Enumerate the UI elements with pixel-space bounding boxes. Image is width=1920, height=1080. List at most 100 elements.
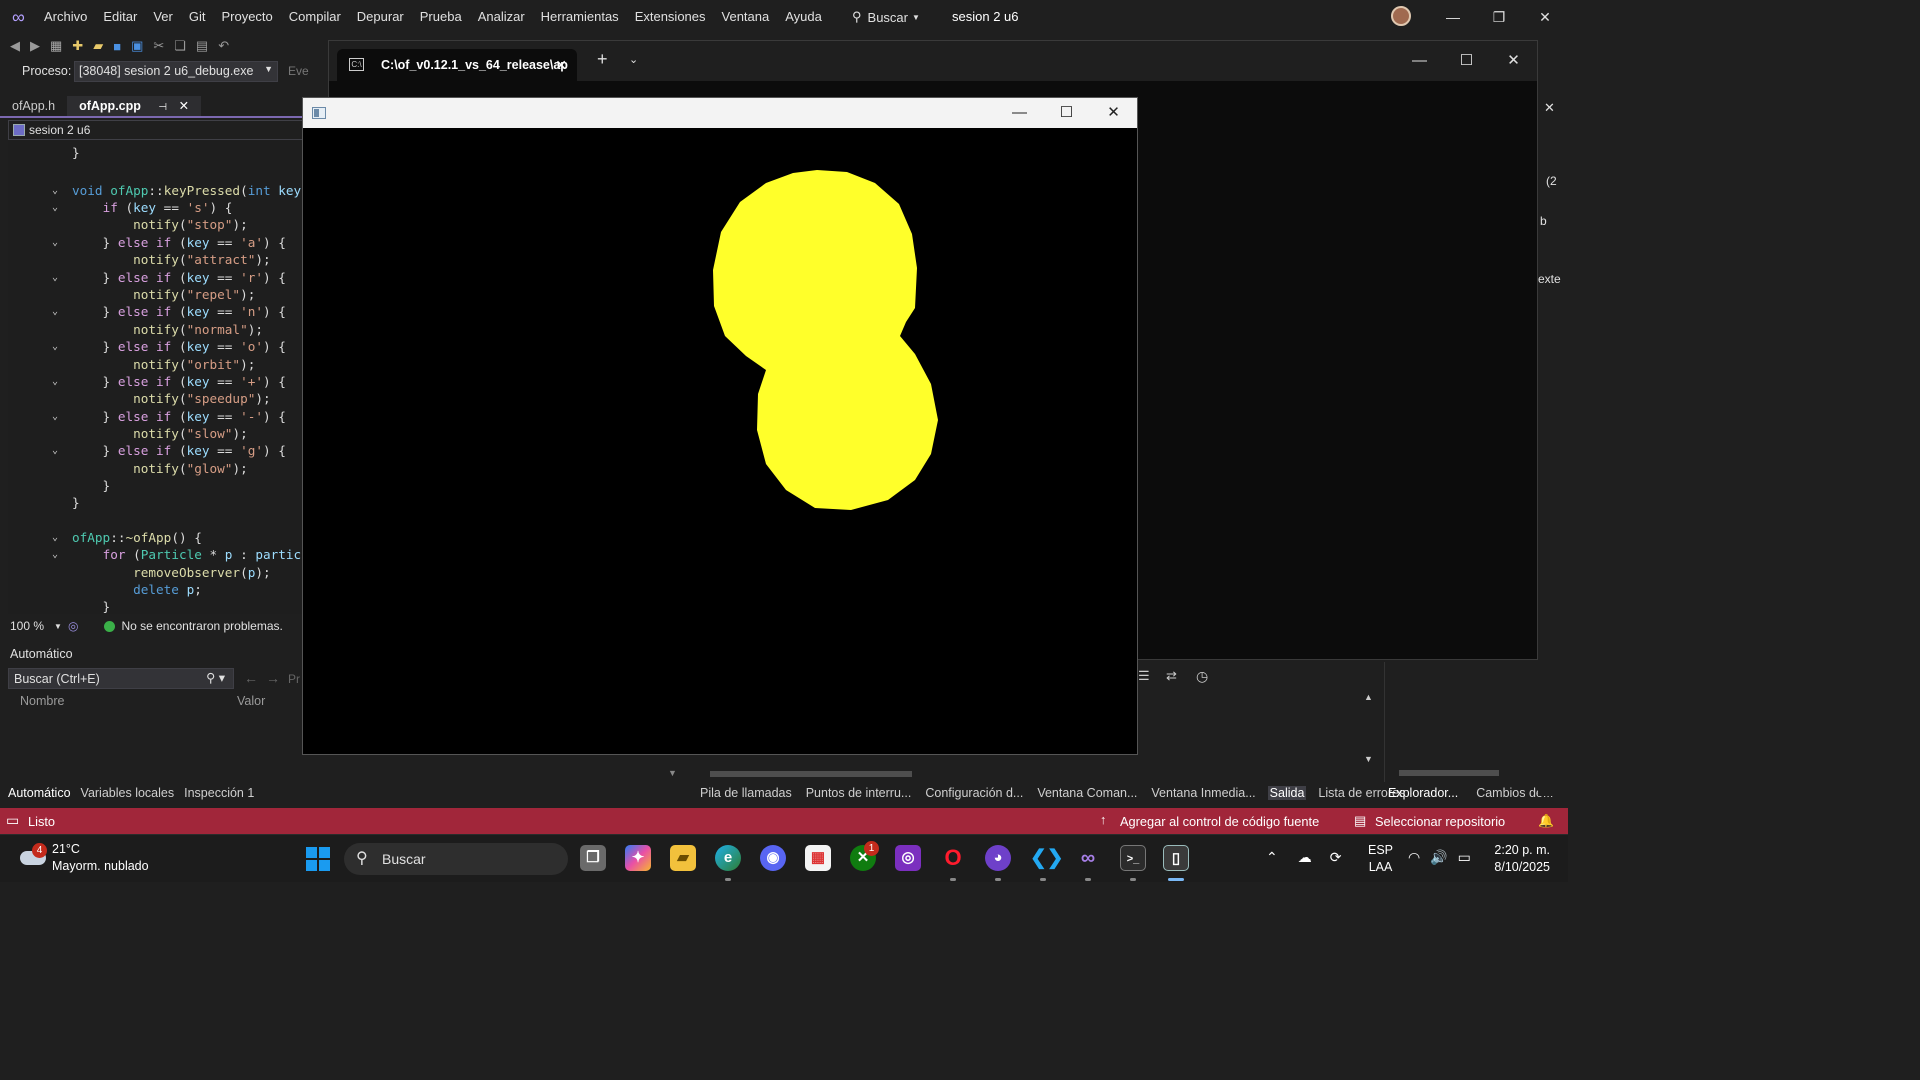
close-icon[interactable]: ✕ bbox=[1544, 100, 1555, 116]
back-arrow-icon[interactable]: ← bbox=[244, 670, 258, 686]
tab-automatico[interactable]: Automático bbox=[8, 786, 71, 800]
forward-arrow-icon[interactable]: → bbox=[266, 670, 280, 686]
cut-icon[interactable]: ✂ bbox=[153, 38, 164, 54]
minimize-icon[interactable]: — bbox=[1430, 0, 1476, 34]
back-icon[interactable]: ◀ bbox=[10, 38, 20, 54]
notification-icon[interactable]: 🔔 bbox=[1538, 813, 1554, 829]
quick-settings[interactable]: ◠ 🔊 ▭ bbox=[1408, 849, 1471, 866]
task-view-icon[interactable]: ❐ bbox=[580, 845, 606, 871]
discord-icon[interactable]: ◉ bbox=[760, 845, 786, 871]
edge-icon[interactable]: e bbox=[715, 845, 741, 871]
menu-ver[interactable]: Ver bbox=[145, 0, 181, 34]
new-tab-icon[interactable]: + bbox=[597, 49, 608, 70]
store-icon[interactable]: ▦ bbox=[805, 845, 831, 871]
menu-ventana[interactable]: Ventana bbox=[714, 0, 778, 34]
word-wrap-icon[interactable]: ☰ bbox=[1138, 668, 1150, 684]
autos-search-input[interactable]: Buscar (Ctrl+E) ⚲ ▾ bbox=[8, 668, 234, 689]
terminal-app-icon[interactable]: >_ bbox=[1120, 845, 1146, 871]
file-explorer-icon[interactable]: ▰ bbox=[670, 845, 696, 871]
sync-icon[interactable]: ⟳ bbox=[1330, 849, 1342, 866]
intellicode-icon[interactable]: ◎ bbox=[68, 619, 78, 633]
tab-ventana-inmediato[interactable]: Ventana Inmedia... bbox=[1149, 786, 1257, 800]
tab-explorador[interactable]: Explorador... bbox=[1388, 786, 1458, 800]
toggle-icon[interactable]: ⇄ bbox=[1166, 668, 1177, 684]
column-header-name[interactable]: Nombre bbox=[20, 694, 237, 708]
undo-icon[interactable]: ↶ bbox=[218, 38, 229, 54]
menu-herramientas[interactable]: Herramientas bbox=[533, 0, 627, 34]
add-source-control-button[interactable]: Agregar al control de código fuente bbox=[1120, 814, 1319, 829]
menu-git[interactable]: Git bbox=[181, 0, 214, 34]
proton-icon[interactable]: ◎ bbox=[895, 845, 921, 871]
navigation-dropdown[interactable]: sesion 2 u6 bbox=[8, 120, 340, 140]
tab-ofapp-h[interactable]: ofApp.h bbox=[0, 96, 67, 116]
scroll-down-icon[interactable]: ▼ bbox=[1364, 754, 1373, 764]
menu-analizar[interactable]: Analizar bbox=[470, 0, 533, 34]
copy-icon[interactable]: ❏ bbox=[174, 38, 186, 54]
opera-icon[interactable]: O bbox=[940, 845, 966, 871]
terminal-tab[interactable]: C:\ C:\of_v0.12.1_vs_64_release\ap ✕ bbox=[337, 49, 577, 81]
new-item-icon[interactable]: ✚ bbox=[72, 38, 83, 54]
code-editor[interactable]: } ⌄ void ofApp::keyPressed(int key ⌄ if (… bbox=[8, 140, 302, 614]
horizontal-scrollbar[interactable] bbox=[698, 768, 1358, 780]
language-indicator[interactable]: ESP LAA bbox=[1368, 842, 1393, 876]
close-icon[interactable]: ✕ bbox=[1522, 0, 1568, 34]
minimize-icon[interactable]: — bbox=[1396, 42, 1443, 80]
minimize-icon[interactable]: — bbox=[996, 98, 1043, 128]
tab-inspeccion[interactable]: Inspección 1 bbox=[184, 786, 254, 800]
menu-extensiones[interactable]: Extensiones bbox=[627, 0, 714, 34]
close-icon[interactable]: ✕ bbox=[555, 49, 567, 81]
clock-icon[interactable]: ◷ bbox=[1196, 668, 1208, 685]
menu-prueba[interactable]: Prueba bbox=[412, 0, 470, 34]
tab-puntos-interrupcion[interactable]: Puntos de interru... bbox=[804, 786, 914, 800]
windows-start-icon[interactable] bbox=[306, 847, 330, 871]
tab-variables-locales[interactable]: Variables locales bbox=[81, 786, 175, 800]
close-icon[interactable]: ✕ bbox=[1490, 42, 1537, 80]
chevron-up-icon[interactable]: ⌃ bbox=[1266, 849, 1278, 866]
pin-icon[interactable]: ⊣ bbox=[158, 102, 167, 113]
save-all-icon[interactable]: ▣ bbox=[131, 38, 143, 54]
menu-ayuda[interactable]: Ayuda bbox=[777, 0, 830, 34]
visual-studio-icon[interactable]: ∞ bbox=[1075, 845, 1101, 871]
chevron-down-icon[interactable]: ⌄ bbox=[629, 53, 638, 66]
solution-icon[interactable]: ▦ bbox=[50, 38, 62, 54]
save-icon[interactable]: ■ bbox=[113, 39, 121, 54]
github-desktop-icon[interactable]: ◕ bbox=[985, 845, 1011, 871]
copilot-icon[interactable]: ✦ bbox=[625, 845, 651, 871]
zoom-level[interactable]: 100 % bbox=[10, 619, 44, 633]
visual-studio-logo-icon[interactable]: ∞ bbox=[12, 7, 32, 27]
tab-ofapp-cpp[interactable]: ofApp.cpp ⊣ ✕ bbox=[67, 96, 202, 116]
menu-compilar[interactable]: Compilar bbox=[281, 0, 349, 34]
tab-configuracion[interactable]: Configuración d... bbox=[923, 786, 1025, 800]
restore-icon[interactable]: ❐ bbox=[1476, 0, 1522, 34]
select-repository-button[interactable]: Seleccionar repositorio bbox=[1375, 814, 1505, 829]
paste-icon[interactable]: ▤ bbox=[196, 38, 208, 54]
scrollbar-thumb[interactable] bbox=[1399, 770, 1499, 776]
menu-proyecto[interactable]: Proyecto bbox=[213, 0, 280, 34]
avatar[interactable] bbox=[1391, 6, 1411, 26]
tab-salida[interactable]: Salida bbox=[1267, 786, 1307, 800]
maximize-icon[interactable]: ☐ bbox=[1043, 98, 1090, 128]
scroll-down-icon[interactable]: ▼ bbox=[668, 768, 682, 782]
tab-ventana-comandos[interactable]: Ventana Coman... bbox=[1035, 786, 1139, 800]
forward-icon[interactable]: ▶ bbox=[30, 38, 40, 54]
menu-archivo[interactable]: Archivo bbox=[36, 0, 95, 34]
onedrive-offline-icon[interactable]: ☁ bbox=[1298, 849, 1312, 866]
maximize-icon[interactable]: ☐ bbox=[1443, 42, 1490, 80]
close-icon[interactable]: ✕ bbox=[1090, 98, 1137, 128]
close-icon[interactable]: ✕ bbox=[179, 99, 189, 113]
clock[interactable]: 2:20 p. m. 8/10/2025 bbox=[1488, 842, 1550, 876]
scrollbar-thumb[interactable] bbox=[710, 771, 912, 777]
weather-text[interactable]: 21°C Mayorm. nublado bbox=[52, 841, 149, 875]
process-select[interactable]: [38048] sesion 2 u6_debug.exe ▼ bbox=[74, 61, 278, 82]
menu-editar[interactable]: Editar bbox=[95, 0, 145, 34]
menu-depurar[interactable]: Depurar bbox=[349, 0, 412, 34]
search-icon[interactable]: ⚲ ▾ bbox=[206, 670, 225, 685]
app-window-taskbar-icon[interactable]: ▯ bbox=[1163, 845, 1189, 871]
vscode-icon[interactable]: ❮❯ bbox=[1030, 845, 1064, 871]
taskbar-search[interactable]: ⚲ Buscar bbox=[344, 843, 568, 875]
tab-pila-llamadas[interactable]: Pila de llamadas bbox=[698, 786, 794, 800]
chevron-down-icon[interactable]: ▼ bbox=[54, 622, 62, 631]
scroll-up-icon[interactable]: ▲ bbox=[1364, 692, 1373, 702]
app-canvas[interactable] bbox=[303, 128, 1137, 754]
problems-indicator[interactable]: No se encontraron problemas. bbox=[104, 619, 283, 633]
